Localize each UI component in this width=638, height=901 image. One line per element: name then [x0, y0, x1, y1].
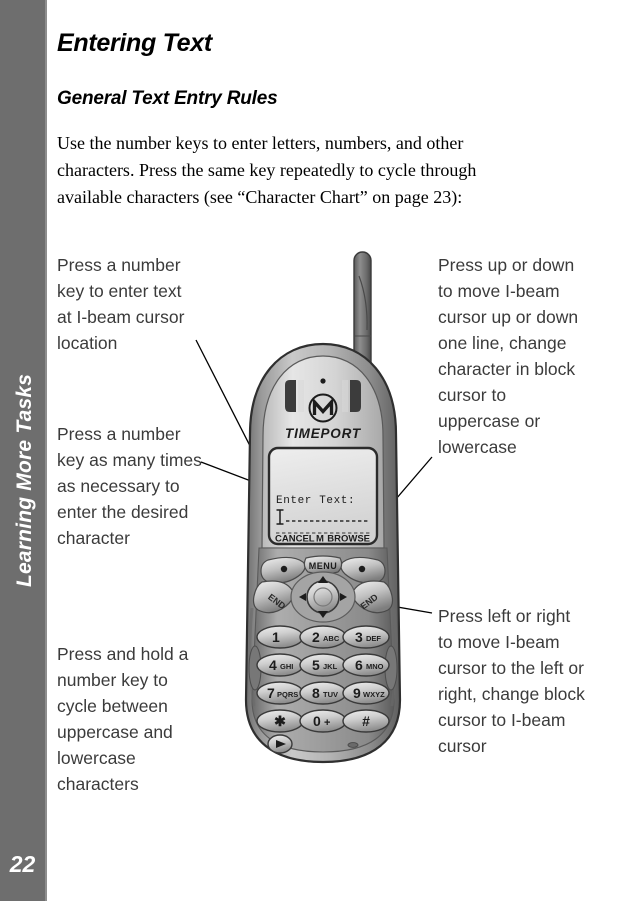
keypad-key-0: 0 + — [299, 709, 347, 733]
page-title: Entering Text — [57, 29, 212, 57]
callout-up-down-navigation: Press up or down to move I-beam cursor u… — [438, 255, 579, 457]
svg-text:3: 3 — [355, 629, 363, 645]
dpad-center-select-button — [306, 580, 340, 614]
softkey-label-cancel: CANCEL — [275, 534, 315, 545]
svg-text:9: 9 — [353, 685, 361, 701]
svg-text:DEF: DEF — [366, 634, 381, 643]
sidebar-divider — [45, 0, 47, 901]
indicator-led-icon — [320, 378, 326, 384]
svg-text:+: + — [324, 717, 330, 729]
keypad-key-star: ✱ — [256, 709, 304, 733]
svg-text:8: 8 — [312, 685, 320, 701]
chapter-title: Learning More Tasks — [13, 373, 36, 587]
svg-text:JKL: JKL — [323, 662, 338, 671]
page-number: 22 — [9, 851, 36, 877]
motorola-timeport-phone-illustration: TIMEPORT Enter Text: CANCEL M BROWSE MEN… — [244, 251, 402, 764]
svg-text:MNO: MNO — [366, 662, 384, 671]
keypad-key-hash: # — [342, 709, 390, 733]
svg-text:ABC: ABC — [323, 634, 340, 643]
svg-text:WXYZ: WXYZ — [363, 690, 385, 699]
callout-press-and-hold: Press and hold a number key to cycle bet… — [57, 644, 189, 794]
softkey-label-browse: BROWSE — [327, 534, 370, 545]
softkey-label-m: M — [316, 534, 324, 545]
svg-text:0: 0 — [313, 713, 321, 729]
keypad-key-7: 7 PQRS — [256, 681, 304, 705]
keypad-key-6: 6 MNO — [342, 653, 390, 677]
svg-text:7: 7 — [267, 685, 275, 701]
svg-text:6: 6 — [355, 657, 363, 673]
keypad-key-1: 1 — [256, 625, 304, 649]
svg-text:2: 2 — [312, 629, 320, 645]
voice-play-button — [267, 734, 293, 754]
svg-text:✱: ✱ — [274, 713, 286, 729]
svg-text:TUV: TUV — [323, 690, 338, 699]
section-heading: General Text Entry Rules — [57, 88, 278, 109]
svg-text:PQRS: PQRS — [277, 690, 298, 699]
svg-text:GHI: GHI — [280, 662, 293, 671]
keypad-key-2: 2 ABC — [299, 625, 347, 649]
svg-text:5: 5 — [312, 657, 320, 673]
keypad-key-8: 8 TUV — [299, 681, 347, 705]
callout-left-right-navigation: Press left or right to move I-beam curso… — [438, 606, 585, 756]
callout-press-number-key: Press a number key to enter text at I-be… — [57, 255, 185, 353]
display-prompt: Enter Text: — [276, 495, 355, 507]
menu-button-label: MENU — [309, 561, 338, 571]
keypad-key-3: 3 DEF — [342, 625, 390, 649]
microphone-icon — [347, 742, 359, 748]
svg-text:1: 1 — [272, 629, 280, 645]
phone-display-screen: Enter Text: CANCEL M BROWSE — [267, 446, 379, 546]
phone-dpad-navigation — [290, 571, 356, 623]
keypad-key-4: 4 GHI — [256, 653, 304, 677]
keypad-key-5: 5 JKL — [299, 653, 347, 677]
keypad-key-9: 9 WXYZ — [342, 681, 390, 705]
svg-text:4: 4 — [269, 657, 277, 673]
intro-paragraph: Use the number keys to enter letters, nu… — [57, 133, 477, 207]
phone-model-name: TIMEPORT — [285, 426, 362, 441]
svg-text:#: # — [362, 713, 370, 729]
callout-press-many-times: Press a number key as many times as nece… — [57, 424, 202, 548]
